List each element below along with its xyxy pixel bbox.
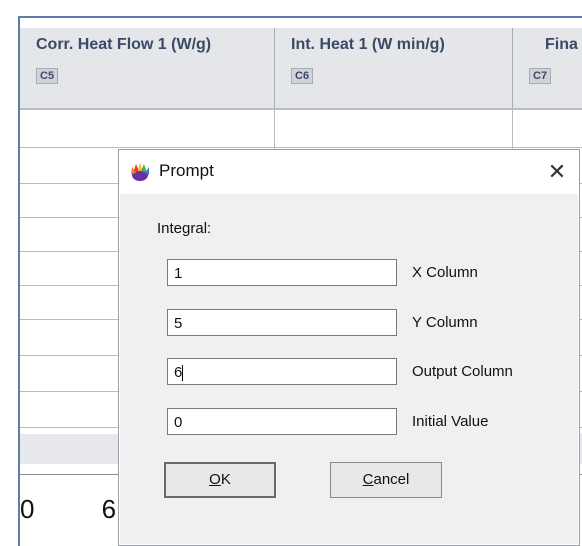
dialog-heading: Integral: [157, 220, 212, 237]
column-header-row: Corr. Heat Flow 1 (W/g) C5 Int. Heat 1 (… [20, 28, 582, 109]
column-title: Fina [545, 36, 578, 53]
dialog-title: Prompt [159, 161, 214, 180]
ok-mnemonic: O [209, 471, 221, 488]
output-column-input[interactable]: 6 [167, 358, 397, 385]
text-caret [182, 365, 184, 382]
close-button[interactable]: ✕ [543, 158, 571, 186]
output-column-value: 6 [174, 364, 183, 381]
dialog-titlebar[interactable]: Prompt ✕ [119, 150, 579, 194]
cancel-mnemonic: C [362, 471, 374, 488]
x-column-label: X Column [412, 264, 478, 281]
row-divider [20, 147, 582, 148]
dialog-body: Integral: 1 X Column 5 Y Column 6 Output… [120, 194, 578, 544]
y-column-input[interactable]: 5 [167, 309, 397, 336]
column-code: C7 [529, 68, 552, 84]
x-column-input[interactable]: 1 [167, 259, 397, 286]
top-strip [20, 18, 582, 28]
ok-label-rest: K [220, 471, 231, 488]
output-column-label: Output Column [412, 363, 513, 380]
column-title: Int. Heat 1 (W min/g) [291, 36, 445, 53]
initial-value-input[interactable]: 0 [167, 408, 397, 435]
column-header-c6[interactable]: Int. Heat 1 (W min/g) C6 [275, 28, 513, 108]
column-header-c5[interactable]: Corr. Heat Flow 1 (W/g) C5 [20, 28, 275, 108]
ok-button[interactable]: OK [164, 462, 276, 498]
cancel-button[interactable]: Cancel [330, 462, 442, 498]
cancel-label-rest: ancel [373, 471, 410, 488]
column-header-c7[interactable]: Fina C7 [513, 28, 582, 108]
column-title: Corr. Heat Flow 1 (W/g) [36, 36, 212, 53]
column-code: C5 [36, 68, 59, 84]
initial-value-label: Initial Value [412, 413, 489, 430]
column-code: C6 [291, 68, 314, 84]
row-divider [20, 109, 582, 110]
app-flower-icon [131, 162, 149, 181]
y-column-label: Y Column [412, 314, 478, 331]
prompt-dialog: Prompt ✕ Integral: 1 X Column 5 Y Column… [118, 149, 580, 546]
